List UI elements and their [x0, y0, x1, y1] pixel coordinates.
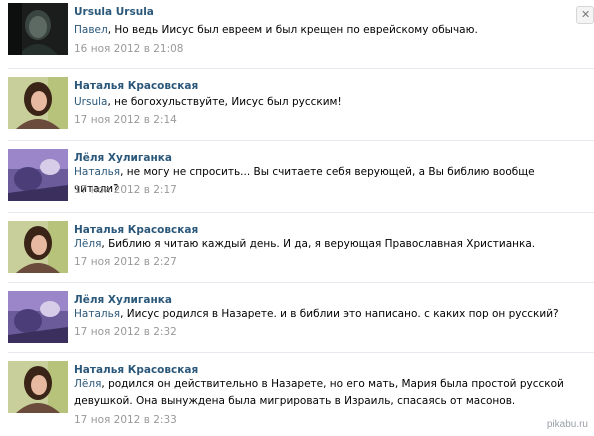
mention-link[interactable]: Павел [74, 24, 108, 36]
comment-item: Наталья Красовская Ursula, не богохульст… [0, 68, 594, 142]
avatar[interactable] [8, 221, 68, 273]
divider [8, 68, 594, 69]
comment-item: Наталья Красовская Лёля, Библию я читаю … [0, 212, 594, 286]
comment-text: Лёля, Библию я читаю каждый день. И да, … [74, 236, 574, 253]
author-link[interactable]: Наталья Красовская [74, 80, 198, 92]
comment-item: Лёля Хулиганка Наталья, Иисус родился в … [0, 282, 594, 356]
author-link[interactable]: Наталья Красовская [74, 224, 198, 236]
divider [8, 212, 594, 213]
avatar[interactable] [8, 361, 68, 413]
comment-item: Лёля Хулиганка Наталья, не могу не спрос… [0, 140, 594, 214]
divider [8, 352, 594, 353]
comment-date[interactable]: 17 ноя 2012 в 2:33 [74, 414, 177, 426]
comment-text: Павел, Но ведь Иисус был евреем и был кр… [74, 22, 574, 39]
comment-date[interactable]: 17 ноя 2012 в 2:32 [74, 326, 177, 338]
avatar[interactable] [8, 77, 68, 129]
watermark: pikabu.ru [546, 419, 588, 430]
comment-body: , не богохульствуйте, Иисус был русским! [107, 96, 342, 108]
comment-date[interactable]: 16 ноя 2012 в 21:08 [74, 43, 184, 55]
mention-link[interactable]: Наталья [74, 308, 120, 320]
author-link[interactable]: Лёля Хулиганка [74, 152, 172, 164]
avatar[interactable] [8, 149, 68, 201]
author-link[interactable]: Наталья Красовская [74, 364, 198, 376]
mention-link[interactable]: Наталья [74, 166, 120, 178]
comment-date[interactable]: 17 ноя 2012 в 2:14 [74, 114, 177, 126]
author-link[interactable]: Ursula Ursula [74, 6, 154, 18]
comment-item: Наталья Красовская Лёля, родился он дейс… [0, 352, 594, 436]
divider [8, 282, 594, 283]
comment-body: , Иисус родился в Назарете. и в библии э… [120, 308, 559, 320]
comment-date[interactable]: 17 ноя 2012 в 2:27 [74, 256, 177, 268]
comment-text: Ursula, не богохульствуйте, Иисус был ру… [74, 94, 574, 111]
comment-item: Ursula Ursula Павел, Но ведь Иисус был е… [0, 0, 594, 68]
author-link[interactable]: Лёля Хулиганка [74, 294, 172, 306]
avatar[interactable] [8, 291, 68, 343]
comment-date[interactable]: 17 ноя 2012 в 2:17 [74, 184, 177, 196]
comment-body: , Библию я читаю каждый день. И да, я ве… [101, 238, 536, 250]
mention-link[interactable]: Лёля [74, 378, 101, 390]
mention-link[interactable]: Ursula [74, 96, 107, 108]
comment-body: , родился он действительно в Назарете, н… [74, 378, 564, 407]
delete-button[interactable]: ✕ [576, 6, 594, 24]
mention-link[interactable]: Лёля [74, 238, 101, 250]
avatar[interactable] [8, 3, 68, 55]
comment-text: Наталья, Иисус родился в Назарете. и в б… [74, 306, 574, 323]
divider [8, 140, 594, 141]
comment-text: Лёля, родился он действительно в Назарет… [74, 376, 584, 410]
comment-body: , Но ведь Иисус был евреем и был крещен … [107, 24, 478, 36]
close-icon: ✕ [581, 8, 591, 21]
